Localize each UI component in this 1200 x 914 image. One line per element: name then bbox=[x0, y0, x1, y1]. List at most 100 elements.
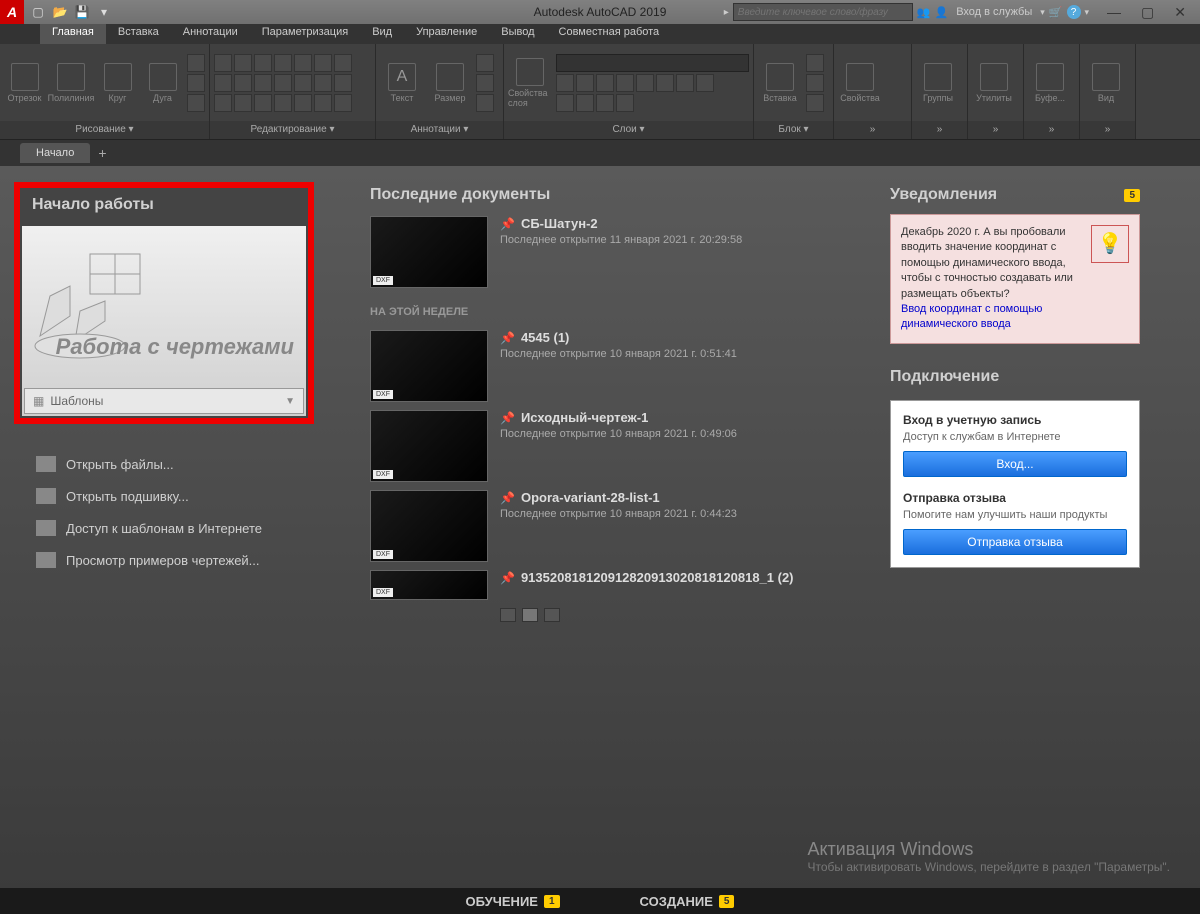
pin-icon[interactable]: 📌 bbox=[500, 491, 515, 505]
dropdown-icon[interactable]: ▾ bbox=[94, 3, 114, 21]
quick-access-toolbar: ▢ 📂 💾 ▾ bbox=[28, 3, 114, 21]
open-files-link[interactable]: Открыть файлы... bbox=[30, 448, 330, 480]
draw-small-buttons[interactable] bbox=[187, 54, 205, 112]
view-grid-button[interactable] bbox=[522, 608, 538, 622]
panel-edit-title[interactable]: Редактирование ▾ bbox=[210, 121, 375, 139]
left-column: Начало работы Работа с чертежами ▦ Шабло… bbox=[30, 186, 330, 914]
signin-button[interactable]: Вход... bbox=[903, 451, 1127, 477]
feedback-button[interactable]: Отправка отзыва bbox=[903, 529, 1127, 555]
online-icon bbox=[36, 520, 56, 536]
text-button[interactable]: AТекст bbox=[380, 55, 424, 111]
open-sheetset-link[interactable]: Открыть подшивку... bbox=[30, 480, 330, 512]
view-button[interactable]: Вид bbox=[1084, 55, 1128, 111]
doc-thumbnail bbox=[370, 490, 488, 562]
tab-start[interactable]: Начало bbox=[20, 143, 90, 163]
search-input[interactable] bbox=[733, 3, 913, 21]
groups-button[interactable]: Группы bbox=[916, 55, 960, 111]
week-separator: НА ЭТОЙ НЕДЕЛЕ bbox=[370, 306, 850, 318]
start-page: Начало работы Работа с чертежами ▦ Шабло… bbox=[0, 166, 1200, 914]
tab-manage[interactable]: Управление bbox=[404, 24, 489, 44]
layer-dropdown[interactable] bbox=[556, 54, 749, 72]
document-tabs: Начало + bbox=[0, 140, 1200, 166]
tab-output[interactable]: Вывод bbox=[489, 24, 546, 44]
layerprops-button[interactable]: Свойства слоя bbox=[508, 55, 552, 111]
tab-view[interactable]: Вид bbox=[360, 24, 404, 44]
start-card-title: Работа с чертежами bbox=[56, 334, 294, 360]
online-templates-link[interactable]: Доступ к шаблонам в Интернете bbox=[30, 512, 330, 544]
notifications-heading: Уведомления bbox=[890, 186, 997, 204]
infocenter-icon[interactable]: 👥 bbox=[917, 6, 931, 19]
pin-icon[interactable]: 📌 bbox=[500, 217, 515, 231]
app-title: Autodesk AutoCAD 2019 bbox=[534, 5, 667, 19]
panel-layers-title[interactable]: Слои ▾ bbox=[504, 121, 753, 139]
pin-icon[interactable]: 📌 bbox=[500, 331, 515, 345]
new-icon[interactable]: ▢ bbox=[28, 3, 48, 21]
recent-item[interactable]: 📌СБ-Шатун-2Последнее открытие 11 января … bbox=[370, 216, 850, 288]
panel-annot-title[interactable]: Аннотации ▾ bbox=[376, 121, 503, 139]
polyline-button[interactable]: Полилиния bbox=[49, 55, 93, 111]
recent-column: Последние документы 📌СБ-Шатун-2Последнее… bbox=[370, 186, 850, 914]
layer-small2[interactable] bbox=[556, 94, 749, 112]
panel-block-title[interactable]: Блок ▾ bbox=[754, 121, 833, 139]
right-column: Уведомления 5 Декабрь 2020 г. А вы пробо… bbox=[890, 186, 1140, 914]
panel-draw-title[interactable]: Рисование ▾ bbox=[0, 121, 209, 139]
clipboard-button[interactable]: Буфе... bbox=[1028, 55, 1072, 111]
minimize-button[interactable]: — bbox=[1107, 4, 1121, 21]
tab-main[interactable]: Главная bbox=[40, 24, 106, 44]
signin-heading: Вход в учетную запись bbox=[903, 413, 1127, 427]
start-drawing-card[interactable]: Работа с чертежами ▦ Шаблоны bbox=[22, 226, 306, 416]
annot-small[interactable] bbox=[476, 54, 494, 112]
app-icon[interactable]: A bbox=[0, 0, 24, 24]
signin-link[interactable]: Вход в службы bbox=[952, 6, 1036, 18]
circle-button[interactable]: Круг bbox=[97, 55, 138, 111]
insert-button[interactable]: Вставка bbox=[758, 55, 802, 111]
dimension-button[interactable]: Размер bbox=[428, 55, 472, 111]
open-icon[interactable]: 📂 bbox=[50, 3, 70, 21]
feedback-sub: Помогите нам улучшить наши продукты bbox=[903, 509, 1127, 521]
tab-parametric[interactable]: Параметризация bbox=[250, 24, 360, 44]
exchange-icon[interactable]: 🛒 bbox=[1049, 6, 1063, 19]
notification-card[interactable]: Декабрь 2020 г. А вы пробовали вводить з… bbox=[890, 214, 1140, 344]
add-tab-button[interactable]: + bbox=[98, 145, 106, 161]
grid-icon: ▦ bbox=[33, 394, 44, 408]
block-small[interactable] bbox=[806, 54, 824, 112]
tab-insert[interactable]: Вставка bbox=[106, 24, 171, 44]
windows-activation-watermark: Активация Windows Чтобы активировать Win… bbox=[807, 839, 1170, 874]
edit-buttons[interactable] bbox=[214, 54, 352, 112]
folder-icon bbox=[36, 456, 56, 472]
search-trigger-icon[interactable]: ▸ bbox=[724, 7, 729, 18]
recent-item[interactable]: 📌Opora-variant-28-list-1Последнее открыт… bbox=[370, 490, 850, 562]
connect-box: Вход в учетную запись Доступ к службам в… bbox=[890, 400, 1140, 568]
utils-button[interactable]: Утилиты bbox=[972, 55, 1016, 111]
maximize-button[interactable]: ▢ bbox=[1141, 4, 1154, 21]
tab-collab[interactable]: Совместная работа bbox=[547, 24, 672, 44]
user-icon[interactable]: 👤 bbox=[934, 6, 948, 19]
view-list-button[interactable] bbox=[500, 608, 516, 622]
save-icon[interactable]: 💾 bbox=[72, 3, 92, 21]
props-button[interactable]: Свойства bbox=[838, 55, 882, 111]
tab-annotate[interactable]: Аннотации bbox=[171, 24, 250, 44]
getting-started-heading: Начало работы bbox=[32, 196, 296, 214]
pin-icon[interactable]: 📌 bbox=[500, 571, 515, 585]
recent-item[interactable]: 📌Исходный-чертеж-1Последнее открытие 10 … bbox=[370, 410, 850, 482]
pin-icon[interactable]: 📌 bbox=[500, 411, 515, 425]
view-large-button[interactable] bbox=[544, 608, 560, 622]
close-button[interactable]: ✕ bbox=[1174, 4, 1186, 21]
layer-small[interactable] bbox=[556, 74, 749, 92]
create-tab[interactable]: СОЗДАНИЕ5 bbox=[640, 894, 735, 909]
line-button[interactable]: Отрезок bbox=[4, 55, 45, 111]
templates-dropdown[interactable]: ▦ Шаблоны bbox=[24, 388, 304, 414]
title-bar: A ▢ 📂 💾 ▾ Autodesk AutoCAD 2019 ▸ 👥 👤 Вх… bbox=[0, 0, 1200, 24]
recent-item[interactable]: 📌4545 (1)Последнее открытие 10 января 20… bbox=[370, 330, 850, 402]
doc-thumbnail bbox=[370, 330, 488, 402]
learn-tab[interactable]: ОБУЧЕНИЕ1 bbox=[466, 894, 560, 909]
recent-item[interactable]: 📌913520818120912820913020818120818_1 (2) bbox=[370, 570, 850, 600]
help-icon[interactable]: ? bbox=[1067, 5, 1081, 19]
ribbon: Отрезок Полилиния Круг Дуга Рисование ▾ … bbox=[0, 44, 1200, 140]
notification-link[interactable]: Ввод координат с помощью динамического в… bbox=[901, 303, 1042, 330]
ribbon-tabs: Главная Вставка Аннотации Параметризация… bbox=[0, 24, 1200, 44]
sample-drawings-link[interactable]: Просмотр примеров чертежей... bbox=[30, 544, 330, 576]
feedback-heading: Отправка отзыва bbox=[903, 491, 1127, 505]
doc-thumbnail bbox=[370, 216, 488, 288]
arc-button[interactable]: Дуга bbox=[142, 55, 183, 111]
